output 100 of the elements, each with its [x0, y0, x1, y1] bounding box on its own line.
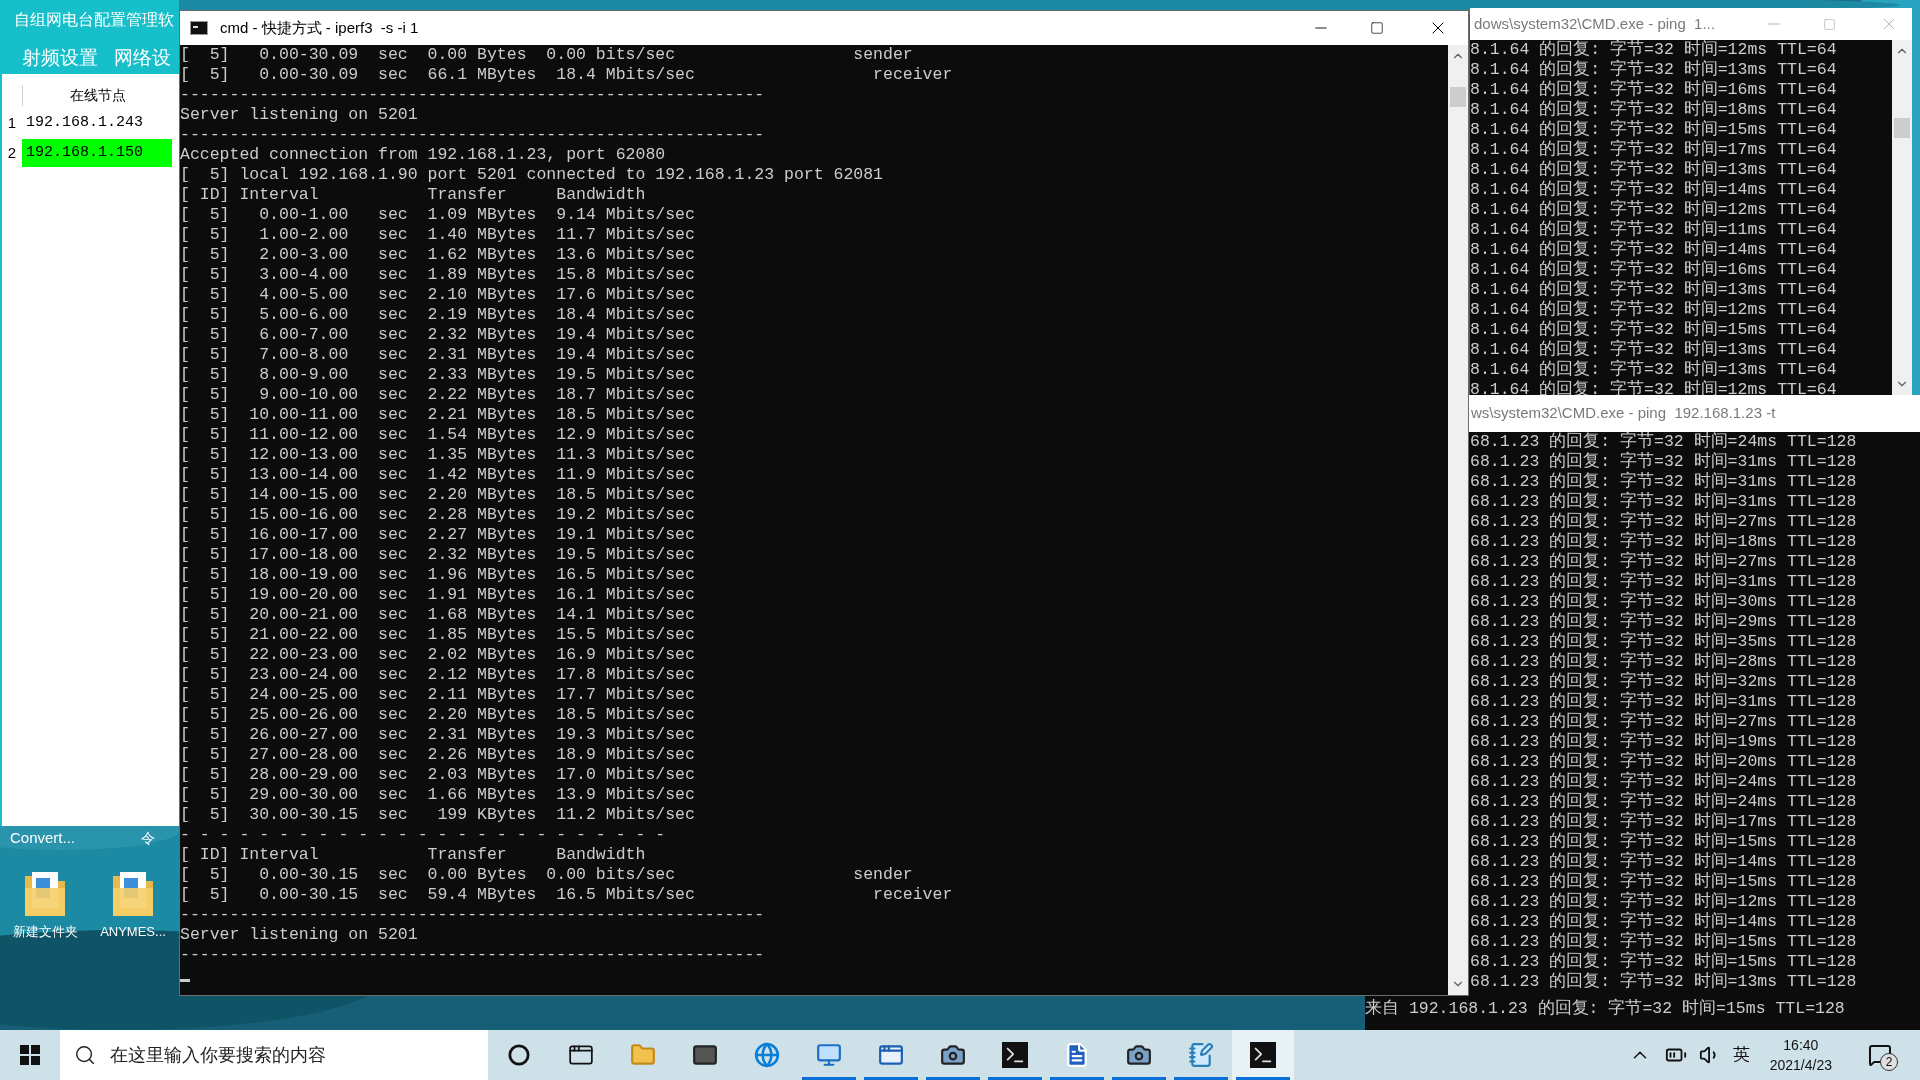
terminal-line: [ 5] 14.00-15.00 sec 2.20 MBytes 18.5 Mbits/sec: [180, 485, 695, 505]
running-indicator: [1174, 1077, 1228, 1080]
running-indicator: [802, 1077, 856, 1080]
taskbar-app[interactable]: [1232, 1030, 1294, 1080]
terminal-line: 68.1.23 的回复: 字节=32 时间=14ms TTL=128: [1470, 912, 1857, 931]
search-field[interactable]: 在这里输入你要搜索的内容: [60, 1030, 488, 1080]
folder-icon: [630, 1042, 656, 1068]
terminal-line: [ 5] 22.00-23.00 sec 2.02 MBytes 16.9 Mbits/sec: [180, 645, 695, 665]
terminal-line: [ 5] 0.00-30.09 sec 66.1 MBytes 18.4 Mbits/sec receiver: [180, 65, 953, 85]
terminal-line: 68.1.23 的回复: 字节=32 时间=18ms TTL=128: [1470, 532, 1857, 551]
row-number: 1: [6, 112, 18, 133]
terminal-line: [ 5] 26.00-27.00 sec 2.31 MBytes 19.3 Mbits/sec: [180, 725, 695, 745]
terminal-line: [ 5] 0.00-30.15 sec 0.00 Bytes 0.00 bits/sec sender: [180, 865, 913, 885]
maximize-icon[interactable]: [1370, 21, 1384, 35]
window-icon: [878, 1042, 904, 1068]
terminal-line: 68.1.23 的回复: 字节=32 时间=14ms TTL=128: [1470, 852, 1857, 871]
running-indicator: [926, 1077, 980, 1080]
windows-icon: [20, 1045, 40, 1065]
task-view-icon: [568, 1042, 594, 1068]
scrollbar[interactable]: [1892, 40, 1912, 395]
running-indicator: [864, 1077, 918, 1080]
terminal-line: [ 5] 27.00-28.00 sec 2.26 MBytes 18.9 Mbits/sec: [180, 745, 695, 765]
terminal-line: [ 5] 4.00-5.00 sec 2.10 MBytes 17.6 Mbits/sec: [180, 285, 695, 305]
camera-icon: [940, 1042, 966, 1068]
terminal-line: 68.1.23 的回复: 字节=32 时间=15ms TTL=128: [1470, 932, 1857, 951]
globe-icon: [754, 1042, 780, 1068]
terminal-line: 8.1.64 的回复: 字节=32 时间=14ms TTL=64: [1470, 180, 1837, 199]
terminal-line: [ 5] 5.00-6.00 sec 2.19 MBytes 18.4 Mbits/sec: [180, 305, 695, 325]
terminal-line: 8.1.64 的回复: 字节=32 时间=11ms TTL=64: [1470, 220, 1837, 239]
terminal-line: [ 5] 0.00-30.15 sec 59.4 MBytes 16.5 Mbits/sec receiver: [180, 885, 953, 905]
terminal-line: 68.1.23 的回复: 字节=32 时间=31ms TTL=128: [1470, 452, 1857, 471]
terminal-line: 来自 192.168.1.23 的回复: 字节=32 时间=15ms TTL=128: [1365, 999, 1845, 1019]
input-method[interactable]: 英: [1732, 1042, 1750, 1068]
terminal-line: [ ID] Interval Transfer Bandwidth: [180, 845, 646, 865]
terminal-line: [ ID] Interval Transfer Bandwidth: [180, 185, 646, 205]
terminal-line: 68.1.23 的回复: 字节=32 时间=31ms TTL=128: [1470, 572, 1857, 591]
terminal-line: 68.1.23 的回复: 字节=32 时间=31ms TTL=128: [1470, 492, 1857, 511]
clock[interactable]: 16:40 2021/4/23: [1769, 1035, 1832, 1075]
terminal-line: [ 5] 7.00-8.00 sec 2.31 MBytes 19.4 Mbits/sec: [180, 345, 695, 365]
terminal-line: 68.1.23 的回复: 字节=32 时间=17ms TTL=128: [1470, 812, 1857, 831]
terminal-line: 8.1.64 的回复: 字节=32 时间=15ms TTL=64: [1470, 120, 1837, 139]
terminal-line: [ 5] local 192.168.1.90 port 5201 connected to 192.168.1.23 port 62081: [180, 165, 883, 185]
terminal-line: -----------------------------------------------------------: [180, 125, 765, 145]
terminal-line: 8.1.64 的回复: 字节=32 时间=14ms TTL=64: [1470, 240, 1837, 259]
terminal-line: -----------------------------------------------------------: [180, 905, 765, 925]
terminal-line: 68.1.23 的回复: 字节=32 时间=35ms TTL=128: [1470, 632, 1857, 651]
terminal-icon: [1250, 1042, 1276, 1068]
terminal-line: [ 5] 9.00-10.00 sec 2.22 MBytes 18.7 Mbits/sec: [180, 385, 695, 405]
terminal-line: 8.1.64 的回复: 字节=32 时间=12ms TTL=64: [1470, 40, 1837, 59]
scrollbar[interactable]: [1448, 45, 1468, 995]
scroll-thumb[interactable]: [1450, 87, 1466, 107]
terminal-line: 68.1.23 的回复: 字节=32 时间=27ms TTL=128: [1470, 512, 1857, 531]
terminal-line: [ 5] 1.00-2.00 sec 1.40 MBytes 11.7 Mbits/sec: [180, 225, 695, 245]
camera-icon: [1126, 1042, 1152, 1068]
terminal-line: 68.1.23 的回复: 字节=32 时间=29ms TTL=128: [1470, 612, 1857, 631]
terminal-line: [ 5] 17.00-18.00 sec 2.32 MBytes 19.5 Mbits/sec: [180, 545, 695, 565]
notification-badge: 2: [1880, 1053, 1898, 1071]
terminal-line: - - - - - - - - - - - - - - - - - - - - - - - - -: [180, 825, 666, 845]
terminal-line: [ 5] 16.00-17.00 sec 2.27 MBytes 19.1 Mbits/sec: [180, 525, 695, 545]
window-label: Convert...: [10, 828, 76, 848]
terminal-line: [ 5] 2.00-3.00 sec 1.62 MBytes 13.6 Mbits/sec: [180, 245, 695, 265]
terminal-line: 68.1.23 的回复: 字节=32 时间=28ms TTL=128: [1470, 652, 1857, 671]
terminal-line: 8.1.64 的回复: 字节=32 时间=15ms TTL=64: [1470, 320, 1837, 339]
terminal-line: [ 5] 21.00-22.00 sec 1.85 MBytes 15.5 Mbits/sec: [180, 625, 695, 645]
terminal-line: 8.1.64 的回复: 字节=32 时间=12ms TTL=64: [1470, 300, 1837, 319]
terminal-line: [ 5] 3.00-4.00 sec 1.89 MBytes 15.8 Mbits/sec: [180, 265, 695, 285]
running-indicator: [1050, 1077, 1104, 1080]
terminal-line: [ 5] 20.00-21.00 sec 1.68 MBytes 14.1 Mbits/sec: [180, 605, 695, 625]
terminal-line: [ 5] 10.00-11.00 sec 2.21 MBytes 18.5 Mbits/sec: [180, 405, 695, 425]
terminal-line: [ 5] 0.00-1.00 sec 1.09 MBytes 9.14 Mbits/sec: [180, 205, 695, 225]
terminal-line: [ 5] 18.00-19.00 sec 1.96 MBytes 16.5 Mbits/sec: [180, 565, 695, 585]
terminal-line: 68.1.23 的回复: 字节=32 时间=15ms TTL=128: [1470, 832, 1857, 851]
terminal-line: [ 5] 23.00-24.00 sec 2.12 MBytes 17.8 Mbits/sec: [180, 665, 695, 685]
window-title: ws\system32\CMD.exe - ping 192.168.1.23 -t: [1471, 403, 1776, 424]
terminal-line: [ 5] 19.00-20.00 sec 1.91 MBytes 16.1 Mbits/sec: [180, 585, 695, 605]
terminal-line: [ 5] 24.00-25.00 sec 2.11 MBytes 17.7 Mbits/sec: [180, 685, 695, 705]
terminal-line: 8.1.64 的回复: 字节=32 时间=16ms TTL=64: [1470, 260, 1837, 279]
scroll-thumb[interactable]: [1894, 118, 1910, 138]
terminal-line: [ 5] 25.00-26.00 sec 2.20 MBytes 18.5 Mbits/sec: [180, 705, 695, 725]
node-address[interactable]: 192.168.1.150: [22, 139, 172, 167]
window-title: dows\system32\CMD.exe - ping 1...: [1474, 13, 1715, 34]
terminal-line: [ 5] 0.00-30.09 sec 0.00 Bytes 0.00 bits/sec sender: [180, 45, 913, 65]
terminal-line: Accepted connection from 192.168.1.23, port 62080: [180, 145, 666, 165]
circle-icon: [508, 1044, 530, 1066]
terminal-icon: [190, 21, 208, 35]
row-number: 2: [6, 142, 18, 163]
terminal-line: 8.1.64 的回复: 字节=32 时间=12ms TTL=64: [1470, 200, 1837, 219]
terminal-line: 8.1.64 的回复: 字节=32 时间=16ms TTL=64: [1470, 80, 1837, 99]
terminal-line: 8.1.64 的回复: 字节=32 时间=13ms TTL=64: [1470, 160, 1837, 179]
terminal-line: 68.1.23 的回复: 字节=32 时间=27ms TTL=128: [1470, 552, 1857, 571]
terminal-line: 68.1.23 的回复: 字节=32 时间=24ms TTL=128: [1470, 772, 1857, 791]
terminal-line: 68.1.23 的回复: 字节=32 时间=31ms TTL=128: [1470, 472, 1857, 491]
terminal-line: 68.1.23 的回复: 字节=32 时间=31ms TTL=128: [1470, 692, 1857, 711]
column-header: 在线节点: [22, 84, 172, 106]
terminal-line: 8.1.64 的回复: 字节=32 时间=13ms TTL=64: [1470, 280, 1837, 299]
window-title: cmd - 快捷方式 - iperf3 -s -i 1: [220, 17, 419, 38]
document-icon: [1064, 1042, 1090, 1068]
terminal-line: 8.1.64 的回复: 字节=32 时间=13ms TTL=64: [1470, 340, 1837, 359]
terminal-line: [ 5] 8.00-9.00 sec 2.33 MBytes 19.5 Mbits/sec: [180, 365, 695, 385]
terminal-line: [ 5] 11.00-12.00 sec 1.54 MBytes 12.9 Mbits/sec: [180, 425, 695, 445]
